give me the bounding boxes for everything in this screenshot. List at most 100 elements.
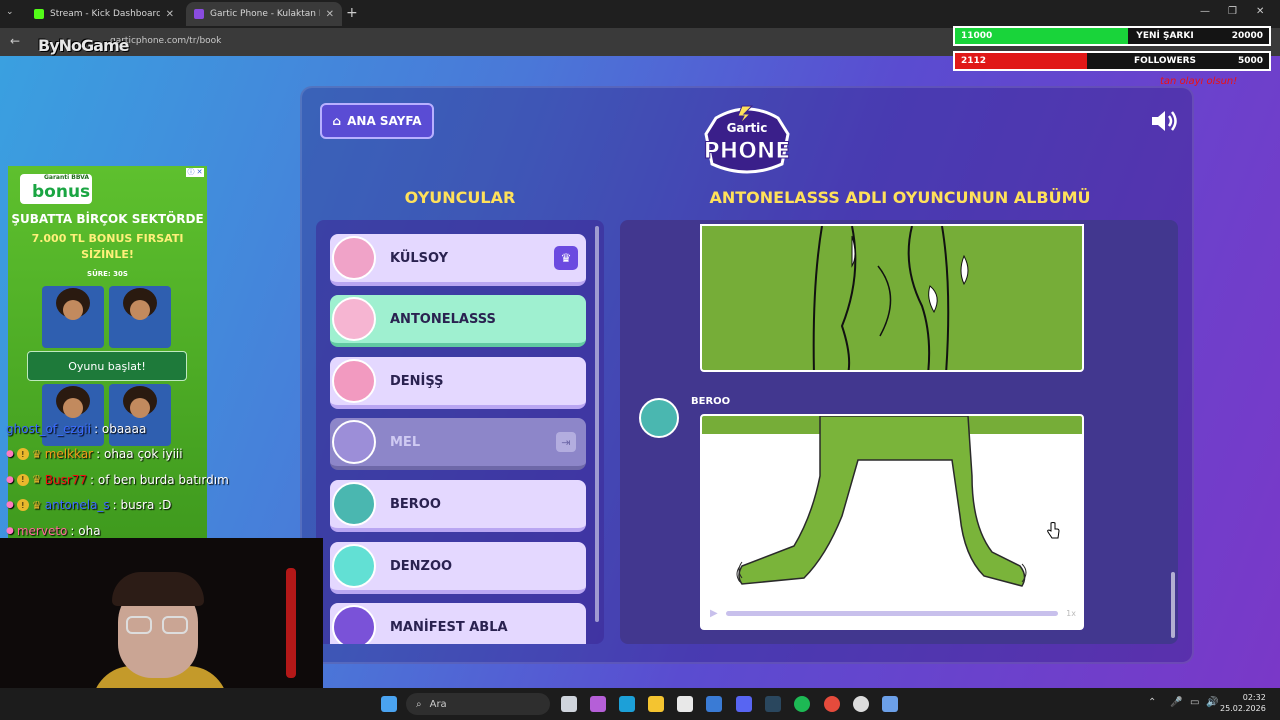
search-icon: ⌕ [416,698,422,710]
player-item-kulsoy[interactable]: KÜLSOY ♛ [330,234,586,286]
animation-controls: ▶ 1x [710,606,1076,620]
chat-message: ● ! ♛ Busr77 : of ben burda batırdım [6,467,256,493]
webcam-feed [0,538,323,688]
obs-icon[interactable] [853,696,869,712]
goal-current: 11000 [961,31,993,41]
sound-icon[interactable] [1150,108,1180,134]
chat-text: : busra :D [112,498,172,513]
browser-tab-strip: ⌄ Stream - Kick Dashboard ✕ Gartic Phone… [0,0,1280,28]
tab-gartic-phone[interactable]: Gartic Phone - Kulaktan Kulağa ✕ [186,2,342,26]
goal-target: 5000 [1237,56,1263,66]
hand-cursor-icon [1047,522,1060,539]
webcam-red-light [286,568,296,678]
overlay-logo: ByNoGame [38,36,129,55]
player-item-denzoo[interactable]: DENZOO [330,542,586,594]
home-icon: ⌂ [332,114,342,128]
app-icon[interactable] [882,696,898,712]
mail-icon[interactable] [706,696,722,712]
close-tab-icon[interactable]: ✕ [166,9,174,20]
animation-progress-track[interactable] [725,610,1059,616]
player-item-beroo[interactable]: BEROO [330,480,586,532]
clock-time: 02:32 [1242,693,1266,702]
players-scrollbar[interactable] [595,226,599,622]
edge-icon[interactable] [619,696,635,712]
drop-icon: ● [6,525,14,536]
speed-label[interactable]: 1x [1066,609,1076,618]
player-name: MEL [390,434,421,450]
close-tab-icon[interactable]: ✕ [326,9,334,20]
volume-icon[interactable]: 🔊 [1206,697,1218,708]
drop-icon: ● [6,449,14,460]
goal-bar-songs: 11000 YENİ ŞARKI 20000 [953,26,1271,46]
play-icon[interactable]: ▶ [710,608,718,619]
overlay-red-text: tan olayı olsun! [1160,76,1238,87]
drop-icon: ● [6,474,14,485]
taskbar-search[interactable]: ⌕ Ara [406,693,550,715]
chrome-icon[interactable] [824,696,840,712]
goal-current: 2112 [961,56,987,66]
player-avatar [332,297,376,341]
player-name: DENİŞŞ [390,373,444,389]
task-view-icon[interactable] [561,696,577,712]
tray-chevron-icon[interactable]: ⌃ [1148,697,1156,708]
players-list[interactable]: KÜLSOY ♛ ANTONELASSS DENİŞŞ MEL ⇥ BEROO … [316,220,604,644]
chat-text: : oha [70,523,101,538]
author-avatar [639,398,679,438]
player-item-manifest-abla[interactable]: MANİFEST ABLA [330,603,586,644]
player-item-antonelasss[interactable]: ANTONELASSS [330,295,586,347]
maximize-icon[interactable]: ❐ [1228,6,1237,17]
player-avatar [332,420,376,464]
tab-kick-dashboard[interactable]: Stream - Kick Dashboard ✕ [26,2,182,26]
exit-icon: ⇥ [556,432,576,452]
badge-icon: ! [16,448,29,461]
player-item-deniss[interactable]: DENİŞŞ [330,357,586,409]
webcam-glasses [162,616,188,634]
close-window-icon[interactable]: ✕ [1256,6,1264,17]
back-arrow-icon[interactable]: ← [10,34,20,48]
chat-text: : obaaaa [94,421,147,436]
ad-start-game-button[interactable]: Oyunu başlat! [27,351,187,381]
drawing-animation[interactable]: ▶ 1x [700,414,1084,630]
store-icon[interactable] [677,696,693,712]
tab-title: Gartic Phone - Kulaktan Kulağa [210,9,320,19]
drawing-previous [700,224,1084,372]
home-button[interactable]: ⌂ ANA SAYFA [320,103,434,139]
ad-info-icon[interactable]: ⓘ ✕ [186,168,204,177]
players-heading: OYUNCULAR [404,188,516,207]
goal-bar-followers: 2112 FOLLOWERS 5000 [953,51,1271,71]
goal-target: 20000 [1231,31,1263,41]
album-scrollbar[interactable] [1171,572,1175,638]
steam-icon[interactable] [765,696,781,712]
crown-badge-icon: ♛ [31,498,42,512]
chat-message: ghost_of_ezgii : obaaaa [6,416,256,442]
tab-search-icon[interactable]: ⌄ [6,7,14,17]
drawing-animation-image [702,416,1082,587]
ad-timer: SÜRE: 30S [87,270,128,278]
chat-overlay: ghost_of_ezgii : obaaaa ● ! ♛ melkkar : … [6,416,256,544]
ad-brand-text: bonus [32,182,91,202]
ad-bank-name: Garanti BBVA [44,174,90,181]
ad-person-image [42,286,104,348]
copilot-icon[interactable] [590,696,606,712]
start-icon[interactable] [381,696,397,712]
player-name: KÜLSOY [390,250,449,266]
spotify-icon[interactable] [794,696,810,712]
player-name: BEROO [390,496,441,512]
gartic-favicon-icon [194,9,204,19]
logo-top-text: Gartic [727,121,768,135]
new-tab-button[interactable]: + [346,5,358,21]
gartic-phone-logo: Gartic PHONE [703,105,791,174]
chat-user: ghost_of_ezgii [6,421,92,436]
search-placeholder: Ara [429,698,447,710]
microphone-icon[interactable]: 🎤 [1170,697,1182,708]
discord-icon[interactable] [736,696,752,712]
player-name: MANİFEST ABLA [390,619,508,635]
ad-headline: ŞUBATTA BİRÇOK SEKTÖRDE [11,212,204,226]
file-explorer-icon[interactable] [648,696,664,712]
crown-badge-icon: ♛ [31,447,42,461]
taskbar-clock[interactable]: 02:32 25.02.2026 [1220,692,1266,714]
minimize-icon[interactable]: — [1200,6,1210,17]
player-avatar [332,236,376,280]
network-icon[interactable]: ▭ [1190,697,1199,708]
player-item-mel[interactable]: MEL ⇥ [330,418,586,470]
